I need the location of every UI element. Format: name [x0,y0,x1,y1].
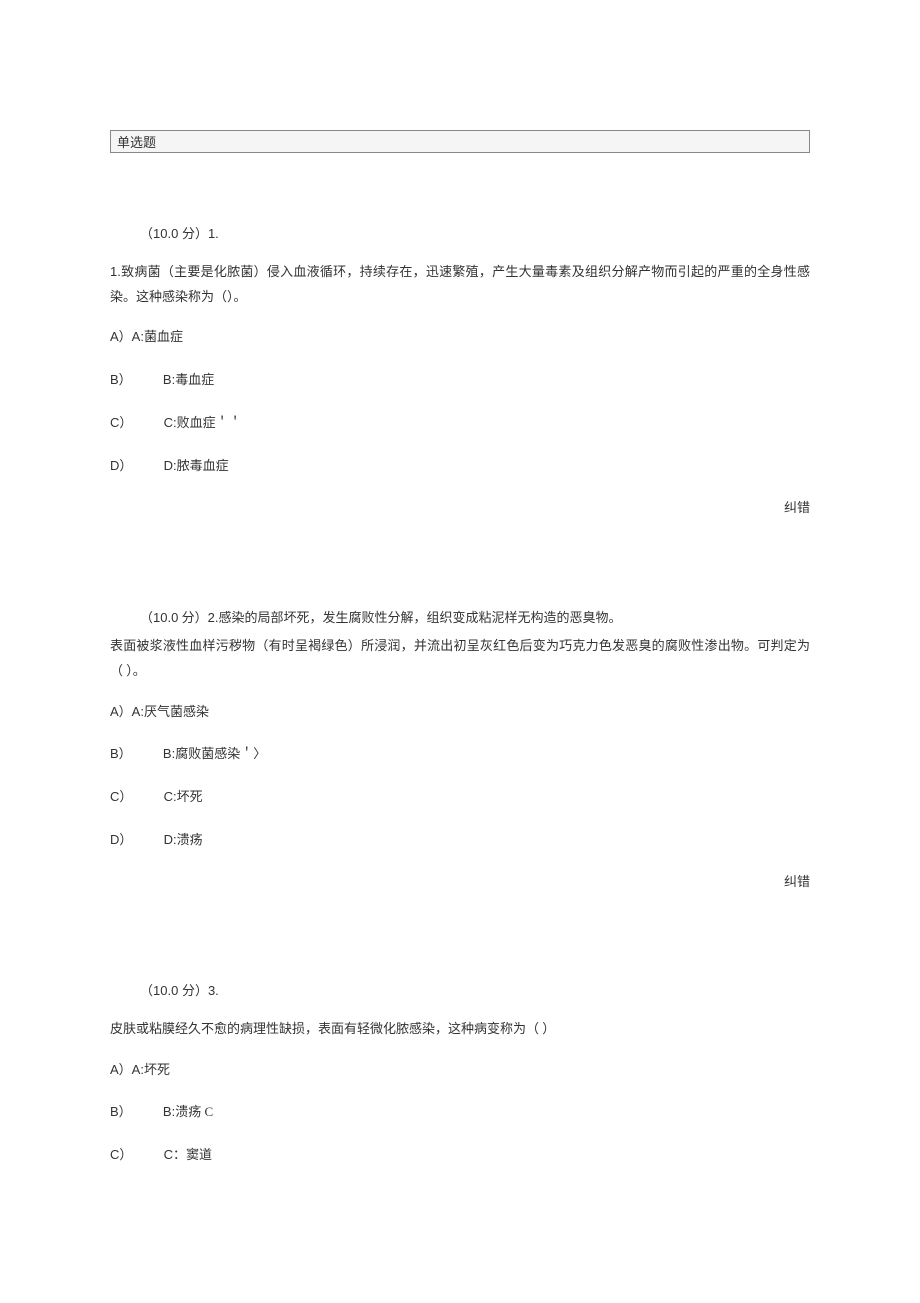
points-prefix: （ [140,610,153,625]
correction-text: 纠错 [784,500,810,515]
option-key2: B: [163,1102,175,1123]
option-text: 毒血症 [175,372,214,387]
points-value: 10.0 [153,983,178,998]
option-key: B） [110,370,132,391]
points-line: （10.0 分）3. [140,980,810,999]
option-key: D） [110,830,132,851]
correction-link[interactable]: 纠错 [110,497,810,516]
option-text: 窦道 [186,1147,212,1162]
option-key: B） [110,1102,132,1123]
option-key2: B: [163,370,175,391]
option-text: 坏死 [177,789,203,804]
option-key2: D: [164,830,177,851]
option-key: C） [110,1145,132,1166]
question-stem: 皮肤或粘膜经久不愈的病理性缺损，表面有轻微化脓感染，这种病变称为（ ） [110,1017,810,1042]
question-number: 1. [208,226,219,241]
question-number: 3. [208,983,219,998]
option-key: C） [110,787,132,808]
option-text: 菌血症 [144,329,183,344]
option-key: B） [110,744,132,765]
option-key2: D: [164,456,177,477]
question-2: （10.0 分）2.感染的局部坏死，发生腐败性分解，组织变成粘泥样无构造的恶臭物… [110,606,810,890]
option-c[interactable]: C） C:坏死 [110,787,810,808]
option-b[interactable]: B） B:腐败菌感染＇〉 [110,744,810,765]
stem-text: 致病菌（主要是化脓菌）侵入血液循环，持续存在，迅速繁殖，产生大量毒素及组织分解产… [110,264,810,304]
points-value: 10.0 [153,610,178,625]
points-prefix: （ [140,983,153,998]
option-d[interactable]: D） D:脓毒血症 [110,456,810,477]
option-c[interactable]: C） C：窦道 [110,1145,810,1166]
option-text: 坏死 [144,1062,170,1077]
option-a[interactable]: A）A:坏死 [110,1060,810,1081]
correction-text: 纠错 [784,874,810,889]
option-text: 腐败菌感染＇〉 [175,746,266,761]
points-unit: 分） [178,610,207,625]
option-a[interactable]: A）A:菌血症 [110,327,810,348]
question-stem: 1.致病菌（主要是化脓菌）侵入血液循环，持续存在，迅速繁殖，产生大量毒素及组织分… [110,260,810,309]
option-b[interactable]: B） B:毒血症 [110,370,810,391]
option-a[interactable]: A）A:厌气菌感染 [110,702,810,723]
option-key2: C： [164,1145,186,1166]
question-3: （10.0 分）3. 皮肤或粘膜经久不愈的病理性缺损，表面有轻微化脓感染，这种病… [110,980,810,1166]
stem-continue: 表面被浆液性血样污秽物（有时呈褐绿色）所浸润，并流出初呈灰红色后变为巧克力色发恶… [110,634,810,683]
stem-text: 皮肤或粘膜经久不愈的病理性缺损，表面有轻微化脓感染，这种病变称为（ ） [110,1021,555,1036]
option-text: 溃疡 C [175,1104,213,1119]
stem-prefix: 1. [110,264,121,279]
option-d[interactable]: D） D:溃疡 [110,830,810,851]
points-value: 10.0 [153,226,178,241]
option-key: A）A: [110,702,144,723]
option-key2: C: [164,787,177,808]
question-1: （10.0 分）1. 1.致病菌（主要是化脓菌）侵入血液循环，持续存在，迅速繁殖… [110,223,810,516]
option-text: 厌气菌感染 [144,704,209,719]
option-key2: C: [164,413,177,434]
option-key2: B: [163,744,175,765]
section-title: 单选题 [117,135,156,150]
correction-link[interactable]: 纠错 [110,871,810,890]
points-prefix: （ [140,226,153,241]
option-key: A）A: [110,327,144,348]
option-key: C） [110,413,132,434]
option-text: 败血症＇＇ [177,415,242,430]
option-text: 溃疡 [177,832,203,847]
option-key: A）A: [110,1060,144,1081]
exam-page: 单选题 （10.0 分）1. 1.致病菌（主要是化脓菌）侵入血液循环，持续存在，… [0,0,920,1226]
points-line: （10.0 分）1. [140,223,810,242]
points-and-stem: （10.0 分）2.感染的局部坏死，发生腐败性分解，组织变成粘泥样无构造的恶臭物… [140,606,810,631]
option-c[interactable]: C） C:败血症＇＇ [110,413,810,434]
option-text: 脓毒血症 [177,458,229,473]
section-header-box: 单选题 [110,130,810,153]
points-unit: 分） [178,983,208,998]
points-unit: 分） [178,226,208,241]
stem-text-2: 表面被浆液性血样污秽物（有时呈褐绿色）所浸润，并流出初呈灰红色后变为巧克力色发恶… [110,638,810,678]
stem-text-1: 感染的局部坏死，发生腐败性分解，组织变成粘泥样无构造的恶臭物。 [218,610,621,625]
option-b[interactable]: B） B:溃疡 C [110,1102,810,1123]
option-key: D） [110,456,132,477]
question-number: 2. [208,610,219,625]
